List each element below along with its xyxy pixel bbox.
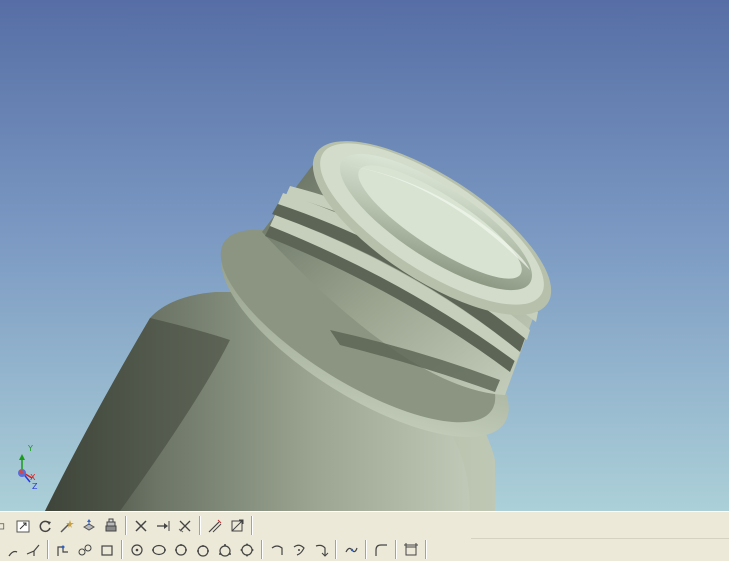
trim-icon[interactable]	[130, 515, 152, 536]
toolbar-separator	[125, 516, 127, 535]
zoom-fit-icon[interactable]	[12, 515, 34, 536]
polyline-icon[interactable]	[52, 539, 74, 560]
rotate-view-icon[interactable]	[34, 515, 56, 536]
triad-y-label: Y	[28, 444, 33, 453]
arc-3pt-icon[interactable]	[266, 539, 288, 560]
constraint-icon[interactable]	[226, 515, 248, 536]
toolbar-separator	[425, 540, 427, 559]
fillet-icon[interactable]	[370, 539, 392, 560]
arc-center-icon[interactable]	[310, 539, 332, 560]
coordinate-triad: Y X Z	[8, 442, 48, 494]
toolbar-row-view	[0, 514, 729, 539]
sketch-wand-icon[interactable]	[56, 515, 78, 536]
extend-icon[interactable]	[152, 515, 174, 536]
triad-x-label: X	[30, 473, 36, 482]
curve-edit-icon[interactable]	[340, 539, 362, 560]
rectangle-icon[interactable]	[96, 539, 118, 560]
circle-tangent-icon[interactable]	[192, 539, 214, 560]
ellipse-icon[interactable]	[148, 539, 170, 560]
toolbar-area	[0, 511, 729, 560]
gear-circle-icon[interactable]	[236, 539, 258, 560]
view-window-icon[interactable]	[0, 515, 12, 536]
toolbar-separator	[199, 516, 201, 535]
bottle-model-render	[0, 0, 729, 511]
triad-z-label: Z	[32, 482, 38, 491]
arc-tangent-icon[interactable]	[288, 539, 310, 560]
angle-line-icon[interactable]	[22, 539, 44, 560]
spline-icon[interactable]	[74, 539, 96, 560]
toolbar-separator	[47, 540, 49, 559]
toolbar-separator	[251, 516, 253, 535]
circle-center-icon[interactable]	[126, 539, 148, 560]
toolbar-separator	[121, 540, 123, 559]
dimension-box-icon[interactable]	[400, 539, 422, 560]
arc-icon[interactable]	[0, 539, 22, 560]
toolbar-separator	[365, 540, 367, 559]
polygon-icon[interactable]	[214, 539, 236, 560]
toolbar-empty-area	[471, 514, 729, 539]
toolbar-separator	[395, 540, 397, 559]
circle-3pt-icon[interactable]	[170, 539, 192, 560]
3d-viewport[interactable]: Y X Z	[0, 0, 729, 511]
smart-dimension-icon[interactable]	[204, 515, 226, 536]
toolbar-separator	[261, 540, 263, 559]
delete-geometry-icon[interactable]	[174, 515, 196, 536]
toolbar-separator	[335, 540, 337, 559]
extrude-icon[interactable]	[78, 515, 100, 536]
stack-icon[interactable]	[100, 515, 122, 536]
